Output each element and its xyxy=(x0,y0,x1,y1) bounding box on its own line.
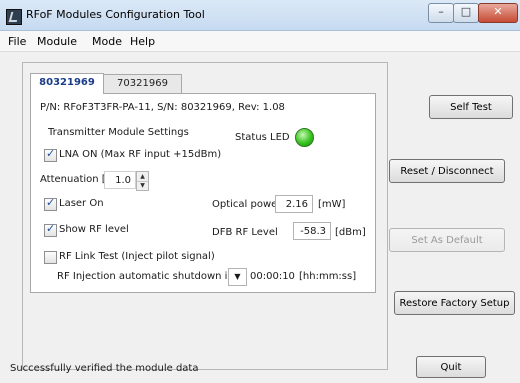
tab-80321969[interactable]: 80321969 xyxy=(30,73,104,94)
menu-module[interactable]: Module xyxy=(37,35,77,48)
rf-injection-dropdown[interactable]: ▼ xyxy=(228,268,247,286)
dfb-rf-level-label: DFB RF Level xyxy=(212,227,278,238)
self-test-button[interactable]: Self Test xyxy=(429,95,513,119)
set-as-default-button[interactable]: Set As Default xyxy=(389,228,505,252)
dfb-rf-level-unit: [dBm] xyxy=(335,227,366,238)
application-window: RFoF Modules Configuration Tool – □ ✕ Fi… xyxy=(0,0,520,383)
lna-checkbox[interactable] xyxy=(44,147,57,162)
rf-injection-unit: [hh:mm:ss] xyxy=(299,271,357,282)
show-rf-level-label: Show RF level xyxy=(59,224,129,235)
reset-disconnect-button[interactable]: Reset / Disconnect xyxy=(389,159,505,183)
rf-link-test-checkbox[interactable] xyxy=(44,251,57,264)
title-bar: RFoF Modules Configuration Tool – □ ✕ xyxy=(0,0,520,31)
attenuation-spinner[interactable]: ▲ ▼ xyxy=(136,171,149,191)
module-info: P/N: RFoF3T3FR-PA-11, S/N: 80321969, Rev… xyxy=(40,102,285,113)
minimize-icon: – xyxy=(438,5,444,18)
rf-injection-label: RF Injection automatic shutdown in xyxy=(57,271,234,282)
tab-70321969[interactable]: 70321969 xyxy=(103,74,182,93)
status-led-label: Status LED xyxy=(235,132,290,143)
maximize-button[interactable]: □ xyxy=(453,3,479,23)
restore-factory-setup-button[interactable]: Restore Factory Setup xyxy=(394,291,515,315)
menu-help[interactable]: Help xyxy=(130,35,155,48)
rf-link-test-label: RF Link Test (Inject pilot signal) xyxy=(59,251,215,262)
menu-bar: File Module Mode Help xyxy=(0,31,520,52)
show-rf-level-checkbox[interactable] xyxy=(44,222,57,237)
optical-power-unit: [mW] xyxy=(318,199,346,210)
status-led-icon xyxy=(295,128,314,147)
optical-power-label: Optical power xyxy=(212,199,282,210)
lna-label: LNA ON (Max RF input +15dBm) xyxy=(59,149,222,160)
quit-button[interactable]: Quit xyxy=(416,356,486,378)
minimize-button[interactable]: – xyxy=(428,3,454,23)
menu-mode[interactable]: Mode xyxy=(92,35,122,48)
menu-file[interactable]: File xyxy=(8,35,26,48)
laser-on-label: Laser On xyxy=(59,198,104,209)
window-title: RFoF Modules Configuration Tool xyxy=(26,8,205,21)
optical-power-value: 2.16 xyxy=(275,195,313,213)
section-title: Transmitter Module Settings xyxy=(48,127,189,138)
close-button[interactable]: ✕ xyxy=(478,3,518,23)
app-icon xyxy=(6,9,22,25)
status-message: Successfully verified the module data xyxy=(10,363,199,374)
spinner-down-icon[interactable]: ▼ xyxy=(137,181,148,190)
close-icon: ✕ xyxy=(493,5,503,18)
maximize-icon: □ xyxy=(460,5,472,18)
laser-on-checkbox[interactable] xyxy=(44,196,57,211)
module-settings-panel xyxy=(30,93,376,293)
attenuation-input[interactable]: 1.0 xyxy=(104,171,136,189)
chevron-down-icon: ▼ xyxy=(234,272,241,281)
dfb-rf-level-value: -58.3 xyxy=(293,222,331,240)
rf-injection-time[interactable]: 00:00:10 xyxy=(250,271,295,282)
